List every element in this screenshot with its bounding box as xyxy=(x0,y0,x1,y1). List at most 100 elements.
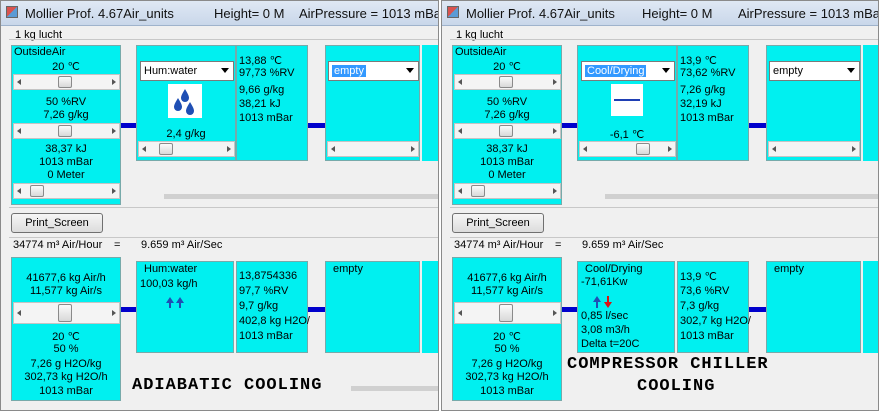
print-screen-button[interactable]: Print_Screen xyxy=(11,213,103,233)
process1-slider-thumb[interactable] xyxy=(159,143,173,155)
bottom-result1-panel: 13,9 ℃ 73,6 %RV 7,3 g/kg 302,7 kg H2O/ 1… xyxy=(677,261,751,353)
altitude-slider-thumb[interactable] xyxy=(30,185,44,197)
connector xyxy=(749,123,766,128)
process1-value: 2,4 g/kg xyxy=(166,128,206,140)
outside-air-panel: OutsideAir 20 ℃ 50 %RV 7,26 g/kg 38,37 k… xyxy=(11,45,121,205)
bottom-process2-label: empty xyxy=(774,263,804,275)
bottom-result1-temp: 13,9 ℃ xyxy=(680,271,717,283)
flow-per-hour: 34774 m³ Air/Hour xyxy=(454,239,544,251)
app-icon xyxy=(447,6,459,18)
outside-mbar: 1013 mBar xyxy=(39,156,93,168)
outside-air-label: OutsideAir xyxy=(14,46,66,58)
process2-panel: empty xyxy=(325,45,420,161)
process1-combo[interactable]: Hum:water xyxy=(140,61,234,81)
process2-panel: empty xyxy=(766,45,861,161)
flow-per-hour: 34774 m³ Air/Hour xyxy=(13,239,103,251)
process2-slider[interactable] xyxy=(768,141,860,157)
result1-mbar: 1013 mBar xyxy=(680,112,734,124)
window-title: Mollier Prof. 4.67Air_units xyxy=(466,6,615,21)
connector xyxy=(121,123,136,128)
altitude-slider[interactable] xyxy=(13,183,120,199)
temp-slider[interactable] xyxy=(13,74,120,90)
massflow-slider[interactable] xyxy=(13,302,120,324)
right-window: Mollier Prof. 4.67Air_units Height= 0 M … xyxy=(441,0,879,411)
air-pressure-label: AirPressure = 1013 mBar xyxy=(738,6,879,21)
process1-panel: Cool/Drying -6,1 ℃ xyxy=(577,45,677,161)
result1-panel: 13,9 ℃ 73,62 %RV 7,26 g/kg 32,19 kJ 1013… xyxy=(677,45,749,161)
chiller-caption: COMPRESSOR CHILLER xyxy=(567,355,769,374)
outside-gkg: 7,26 g/kg xyxy=(484,109,530,121)
process1-value: -6,1 ℃ xyxy=(609,129,645,141)
massflow-kgh: 41677,6 kg Air/h xyxy=(26,272,106,284)
group-border xyxy=(450,39,878,40)
panel-edge xyxy=(422,45,438,161)
chevron-down-icon xyxy=(221,68,229,73)
group-border-bottom xyxy=(9,207,438,208)
result1-rh: 97,73 %RV xyxy=(239,67,295,79)
water-drops-icon xyxy=(168,84,202,118)
outside-meter: 0 Meter xyxy=(488,169,526,181)
print-screen-button[interactable]: Print_Screen xyxy=(452,213,544,233)
connector xyxy=(308,307,325,312)
process2-combo[interactable]: empty xyxy=(769,61,860,81)
bottom-process1-panel: Cool/Drying -71,61Kw 0,85 l/sec 3,08 m3/… xyxy=(577,261,675,353)
divider xyxy=(450,237,878,238)
air-pressure-label: AirPressure = 1013 mBar xyxy=(299,6,439,21)
process1-slider[interactable] xyxy=(579,141,676,157)
process1-slider[interactable] xyxy=(138,141,235,157)
altitude-slider-thumb[interactable] xyxy=(471,185,485,197)
divider xyxy=(9,237,438,238)
height-label: Height= 0 M xyxy=(642,6,713,21)
humidity-slider-thumb[interactable] xyxy=(499,125,513,137)
massflow-slider-thumb[interactable] xyxy=(499,304,513,322)
bottom-result1-gkg: 9,7 g/kg xyxy=(239,300,279,312)
massflow-rh: 50 % xyxy=(53,343,79,355)
process1-combo[interactable]: Cool/Drying xyxy=(581,61,675,81)
chevron-down-icon xyxy=(662,68,670,73)
gray-bar xyxy=(164,194,438,199)
temp-slider-thumb[interactable] xyxy=(58,76,72,88)
connector xyxy=(749,307,766,312)
panel-edge xyxy=(863,45,878,161)
altitude-slider[interactable] xyxy=(454,183,561,199)
bottom-process1-label: Cool/Drying xyxy=(585,263,643,275)
process1-slider-thumb[interactable] xyxy=(636,143,650,155)
connector xyxy=(562,307,577,312)
process2-slider[interactable] xyxy=(327,141,419,157)
bottom-result1-h2o: 302,7 kg H2O/ xyxy=(680,315,751,327)
bottom-process2-panel: empty xyxy=(325,261,420,353)
bottom-result1-h2o: 402,8 kg H2O/ xyxy=(239,315,310,327)
massflow-slider[interactable] xyxy=(454,302,561,324)
panel-edge xyxy=(863,261,878,353)
massflow-panel: 41677,6 kg Air/h 11,577 kg Air/s 20 ℃ 50… xyxy=(452,257,562,401)
massflow-slider-thumb[interactable] xyxy=(58,304,72,322)
process2-combo[interactable]: empty xyxy=(328,61,419,81)
humidity-slider[interactable] xyxy=(13,123,120,139)
bottom-process1-panel: Hum:water 100,03 kg/h xyxy=(136,261,234,353)
temp-slider-thumb[interactable] xyxy=(499,76,513,88)
massflow-mbar: 1013 mBar xyxy=(480,385,534,397)
temp-slider[interactable] xyxy=(454,74,561,90)
outside-temp: 20 ℃ xyxy=(493,61,521,73)
chevron-down-icon xyxy=(406,68,414,73)
outside-meter: 0 Meter xyxy=(47,169,85,181)
bottom-result1-temp: 13,8754336 xyxy=(239,270,298,282)
connector xyxy=(121,307,136,312)
result1-rh: 73,62 %RV xyxy=(680,67,736,79)
left-titlebar: Mollier Prof. 4.67Air_units Height= 0 M … xyxy=(1,1,438,26)
outside-kj: 38,37 kJ xyxy=(486,143,528,155)
bottom-process1-delta: Delta t=20C xyxy=(581,338,640,350)
bottom-process2-label: empty xyxy=(333,263,363,275)
gray-bar xyxy=(605,194,878,199)
outside-air-panel: OutsideAir 20 ℃ 50 %RV 7,26 g/kg 38,37 k… xyxy=(452,45,562,205)
humidity-slider[interactable] xyxy=(454,123,561,139)
app-icon xyxy=(6,6,18,18)
group-border-bottom xyxy=(450,207,878,208)
humidity-slider-thumb[interactable] xyxy=(58,125,72,137)
massflow-h2o: 302,73 kg H2O/h xyxy=(465,371,549,383)
cooling-line-icon xyxy=(611,84,643,116)
process2-combo-value: empty xyxy=(773,65,803,77)
result1-temp: 13,88 ℃ xyxy=(239,55,282,67)
bottom-process1-power: -71,61Kw xyxy=(581,276,628,288)
group-border xyxy=(9,39,438,40)
